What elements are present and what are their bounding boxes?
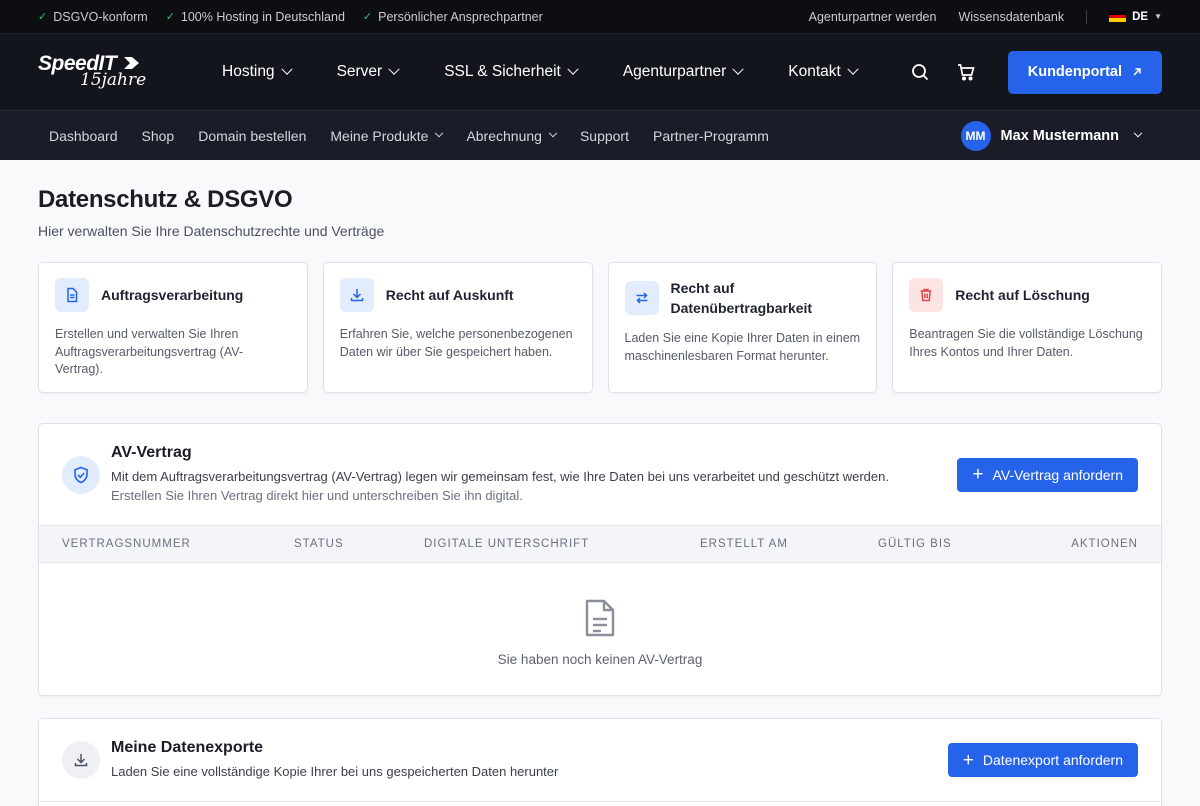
column-created-at[interactable]: Erstellt am bbox=[700, 538, 878, 550]
av-title: AV-Vertrag bbox=[111, 444, 192, 461]
usp-list: ✓ DSGVO-konform ✓ 100% Hosting in Deutschl… bbox=[38, 10, 543, 24]
page-subtitle: Hier verwalten Sie Ihre Datenschutzrecht… bbox=[38, 223, 385, 239]
transfer-icon bbox=[624, 281, 659, 315]
card-right-to-information[interactable]: Recht auf Auskunft Erfahren Sie, welche … bbox=[322, 262, 593, 393]
column-status[interactable]: Status bbox=[294, 538, 424, 550]
logo[interactable]: SpeedIT 15jahre bbox=[38, 50, 198, 94]
check-icon: ✓ bbox=[38, 11, 48, 23]
download-icon bbox=[339, 278, 374, 312]
privacy-rights-cards: Auftragsverarbeitung Erstellen und verwa… bbox=[38, 262, 1162, 393]
request-av-contract-button[interactable]: + AV-Vertrag anfordern bbox=[957, 457, 1138, 492]
av-contract-panel: AV-Vertrag Mit dem Auftragsverarbeitungs… bbox=[38, 423, 1162, 696]
av-table-header: Vertragsnummer Status Digitale Unterschr… bbox=[39, 525, 1161, 563]
arrow-up-right-icon bbox=[1133, 68, 1141, 76]
card-title: Recht auf Löschung bbox=[955, 287, 1090, 303]
nav-contact[interactable]: Kontakt bbox=[788, 63, 859, 81]
check-icon: ✓ bbox=[362, 11, 373, 23]
request-data-export-button[interactable]: + Datenexport anfordern bbox=[947, 743, 1138, 777]
card-title: Recht auf Datenübertragbarkeit bbox=[670, 280, 813, 316]
user-name: Max Mustermann bbox=[1000, 127, 1119, 144]
empty-document-icon bbox=[585, 599, 615, 636]
column-contract-number[interactable]: Vertragsnummer bbox=[62, 538, 294, 550]
card-right-to-deletion[interactable]: Recht auf Löschung Beantragen Sie die vo… bbox=[892, 262, 1162, 393]
chevron-down-icon bbox=[1133, 128, 1143, 137]
nav-hosting[interactable]: Hosting bbox=[222, 63, 293, 81]
subnav-support[interactable]: Support bbox=[580, 128, 629, 144]
chevron-down-icon bbox=[847, 63, 859, 75]
subnav-dashboard[interactable]: Dashboard bbox=[49, 128, 118, 144]
column-valid-until[interactable]: Gültig bis bbox=[878, 538, 1028, 550]
card-data-portability[interactable]: Recht auf Datenübertragbarkeit Laden Sie… bbox=[607, 262, 878, 393]
empty-state-text: Sie haben noch keinen AV-Vertrag bbox=[497, 651, 703, 667]
avatar: MM bbox=[960, 120, 991, 151]
empty-state: Sie haben noch keinen AV-Vertrag bbox=[39, 563, 1161, 695]
main-navigation: SpeedIT 15jahre Hosting Server SSL & Sic… bbox=[0, 34, 1200, 110]
language-selector[interactable]: DE ▼ bbox=[1109, 11, 1162, 23]
card-description: Erfahren Sie, welche personenbezogenen D… bbox=[339, 327, 573, 359]
plus-icon: + bbox=[972, 464, 984, 485]
subnav-shop[interactable]: Shop bbox=[142, 128, 175, 144]
card-title: Auftragsverarbeitung bbox=[101, 287, 244, 303]
download-icon bbox=[62, 741, 100, 779]
plus-icon: + bbox=[962, 749, 974, 771]
knowledge-base-link[interactable]: Wissensdatenbank bbox=[958, 10, 1064, 24]
card-title: Recht auf Auskunft bbox=[385, 287, 514, 303]
logo-arrow-icon bbox=[124, 57, 139, 69]
divider bbox=[1086, 9, 1088, 24]
customer-portal-button[interactable]: Kundenportal bbox=[1007, 50, 1162, 94]
exports-description: Laden Sie eine vollständige Kopie Ihrer … bbox=[111, 764, 559, 779]
page-title: Datenschutz & DSGVO bbox=[38, 186, 293, 213]
card-description: Erstellen und verwalten Sie Ihren Auftra… bbox=[55, 327, 244, 376]
user-menu[interactable]: MM Max Mustermann bbox=[960, 120, 1143, 151]
caret-down-icon: ▼ bbox=[1154, 12, 1162, 21]
card-data-processing[interactable]: Auftragsverarbeitung Erstellen und verwa… bbox=[38, 262, 308, 393]
subnav-my-products[interactable]: Meine Produkte bbox=[330, 128, 444, 144]
top-bar: ✓ DSGVO-konform ✓ 100% Hosting in Deutschl… bbox=[0, 0, 1200, 34]
usp-item: ✓ DSGVO-konform bbox=[38, 9, 148, 24]
subnav-domain-order[interactable]: Domain bestellen bbox=[198, 128, 306, 144]
nav-ssl-security[interactable]: SSL & Sicherheit bbox=[444, 63, 579, 81]
data-exports-panel: Meine Datenexporte Laden Sie eine vollst… bbox=[38, 718, 1162, 806]
agency-partner-link[interactable]: Agenturpartner werden bbox=[809, 10, 937, 24]
chevron-down-icon bbox=[548, 128, 558, 137]
exports-title: Meine Datenexporte bbox=[111, 739, 264, 756]
column-digital-signature[interactable]: Digitale Unterschrift bbox=[424, 538, 700, 550]
trash-icon bbox=[909, 278, 944, 312]
chevron-down-icon bbox=[732, 63, 744, 75]
card-description: Laden Sie eine Kopie Ihrer Daten in eine… bbox=[624, 331, 861, 363]
subnav-billing[interactable]: Abrechnung bbox=[466, 128, 558, 144]
document-icon bbox=[55, 278, 89, 312]
portal-navigation: Dashboard Shop Domain bestellen Meine Pr… bbox=[0, 110, 1200, 160]
cart-icon[interactable] bbox=[956, 62, 976, 82]
search-icon[interactable] bbox=[910, 62, 930, 82]
main-content: Datenschutz & DSGVO Hier verwalten Sie I… bbox=[0, 160, 1200, 806]
shield-check-icon bbox=[62, 455, 100, 494]
av-hint: Erstellen Sie Ihren Vertrag direkt hier … bbox=[111, 488, 523, 503]
usp-item: ✓ 100% Hosting in Deutschland bbox=[165, 9, 345, 24]
chevron-down-icon bbox=[567, 63, 579, 75]
german-flag-icon bbox=[1109, 11, 1127, 23]
card-description: Beantragen Sie die vollständige Löschung… bbox=[909, 327, 1143, 359]
chevron-down-icon bbox=[435, 128, 444, 137]
chevron-down-icon bbox=[280, 63, 293, 75]
column-actions: Aktionen bbox=[1071, 538, 1138, 550]
chevron-down-icon bbox=[388, 63, 400, 75]
av-description: Mit dem Auftragsverarbeitungsvertrag (AV… bbox=[111, 469, 889, 484]
check-icon: ✓ bbox=[165, 11, 175, 23]
nav-agency-partner[interactable]: Agenturpartner bbox=[623, 63, 744, 81]
subnav-partner-program[interactable]: Partner-Programm bbox=[653, 128, 769, 144]
usp-item: ✓ Persönlicher Ansprechpartner bbox=[362, 9, 543, 24]
nav-server[interactable]: Server bbox=[337, 63, 400, 81]
